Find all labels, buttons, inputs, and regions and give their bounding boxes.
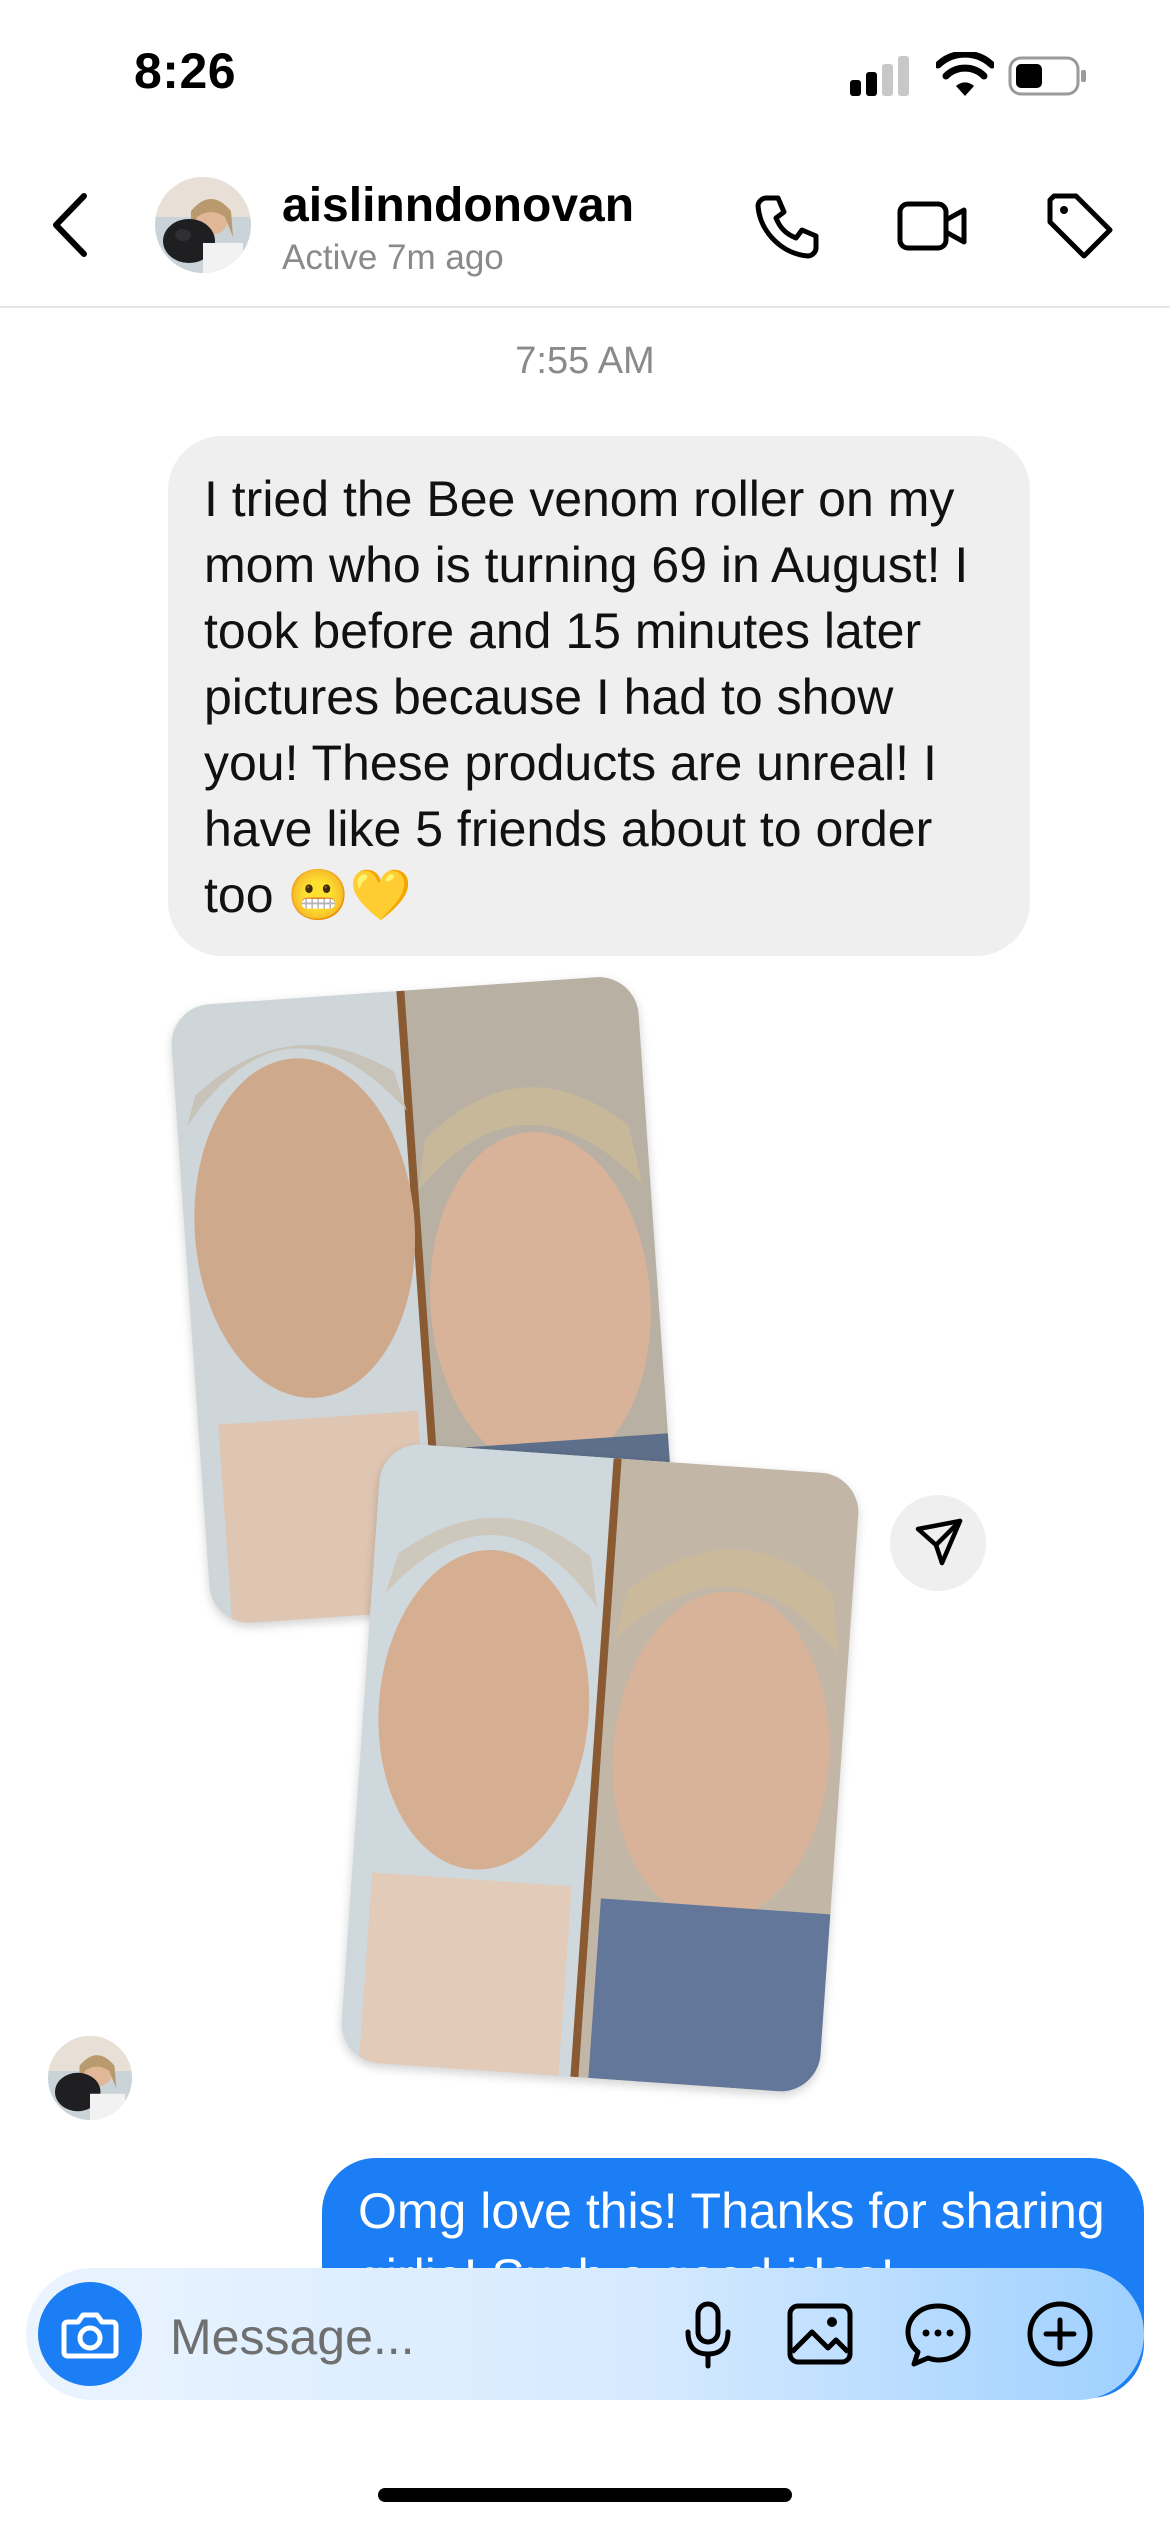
header-divider [0, 306, 1170, 308]
incoming-message-bubble[interactable]: I tried the Bee venom roller on my mom w… [168, 436, 1030, 956]
battery-icon [1008, 56, 1086, 96]
camera-button[interactable] [38, 2282, 142, 2386]
plus-icon[interactable] [1024, 2298, 1096, 2370]
microphone-icon[interactable] [672, 2298, 744, 2370]
camera-icon [61, 2312, 119, 2359]
status-time: 8:26 [134, 43, 237, 99]
share-button[interactable] [890, 1495, 986, 1591]
message-timestamp: 7:55 AM [515, 340, 655, 382]
after-photo[interactable] [338, 1442, 862, 2094]
sender-avatar[interactable] [48, 2036, 132, 2120]
home-indicator[interactable] [378, 2488, 792, 2502]
cellular-signal-icon [850, 54, 914, 96]
image-icon[interactable] [784, 2298, 856, 2370]
active-status: Active 7m ago [282, 238, 504, 277]
tag-icon[interactable] [1044, 190, 1116, 262]
chat-bubble-icon[interactable] [902, 2298, 974, 2370]
message-input[interactable] [168, 2300, 652, 2374]
wifi-icon [936, 52, 994, 96]
phone-icon[interactable] [752, 190, 824, 262]
chevron-left-icon[interactable] [44, 190, 98, 260]
send-icon [915, 1518, 963, 1566]
contact-username[interactable]: aislinndonovan [282, 178, 634, 233]
video-camera-icon[interactable] [896, 190, 968, 262]
avatar[interactable] [155, 177, 251, 273]
